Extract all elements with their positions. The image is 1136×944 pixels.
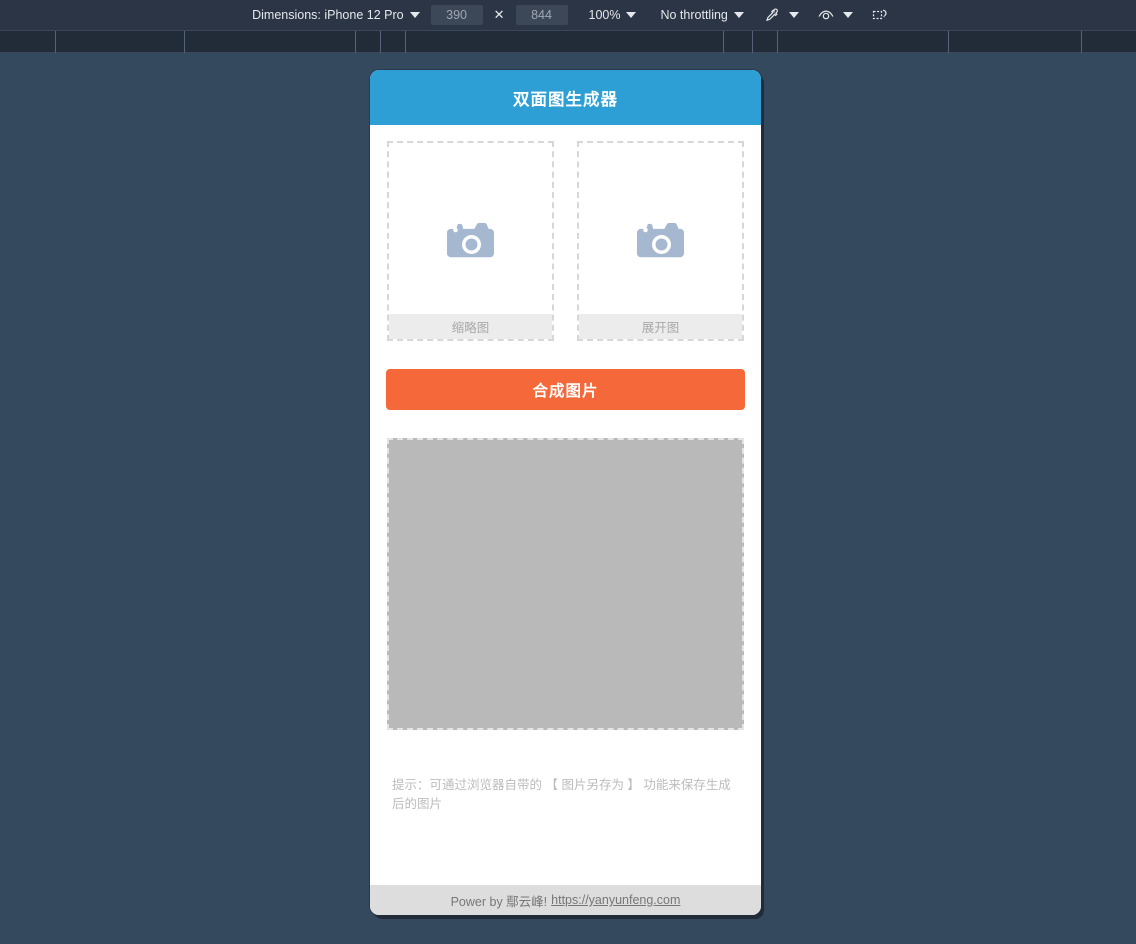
devtools-device-toolbar: Dimensions: iPhone 12 Pro 390 ✕ 844 100%… — [0, 0, 1136, 30]
app-content: 缩略图 展开图 合成图片 提示：可通过浏览器自带的 【 图片另存为 】 功能来保… — [370, 125, 761, 885]
ruler-tick — [723, 31, 724, 53]
save-hint-text: 提示：可通过浏览器自带的 【 图片另存为 】 功能来保存生成后的图片 — [392, 778, 731, 811]
ruler-tick — [380, 31, 381, 53]
chevron-down-icon — [409, 12, 420, 18]
device-viewport: 双面图生成器 缩略图 展开图 合成图片 提示：可通过浏览器自带的 【 图片另存为… — [370, 70, 761, 915]
camera-icon — [636, 222, 684, 258]
device-dimensions-selector[interactable]: Dimensions: iPhone 12 Pro — [245, 4, 426, 26]
result-canvas[interactable] — [387, 438, 744, 730]
devtools-ruler-strip — [0, 30, 1136, 53]
page-footer: Power by 鄢云峰! https://yanyunfeng.com — [370, 885, 761, 915]
throttling-value-label: No throttling — [660, 8, 728, 22]
upload-label-expanded: 展开图 — [579, 314, 742, 339]
chevron-down-icon — [626, 12, 637, 18]
chevron-down-icon — [733, 12, 744, 18]
footer-website-link[interactable]: https://yanyunfeng.com — [551, 893, 680, 907]
ruler-tick — [55, 31, 56, 53]
chevron-down-icon — [788, 12, 799, 18]
upload-label-thumbnail: 缩略图 — [389, 314, 552, 339]
eyedropper-icon[interactable] — [761, 4, 783, 26]
network-throttling-selector[interactable]: No throttling — [653, 4, 750, 26]
upload-row: 缩略图 展开图 — [386, 141, 745, 341]
ruler-tick — [948, 31, 949, 53]
compose-image-button[interactable]: 合成图片 — [386, 369, 745, 410]
ruler-tick — [1081, 31, 1082, 53]
upload-box-thumbnail[interactable]: 缩略图 — [387, 141, 554, 341]
ruler-tick — [184, 31, 185, 53]
dimension-multiply-symbol: ✕ — [493, 7, 505, 22]
page-title: 双面图生成器 — [370, 70, 761, 125]
eyedropper-dropdown-caret[interactable] — [783, 4, 805, 26]
camera-icon — [446, 222, 494, 258]
ruler-tick — [405, 31, 406, 53]
viewport-width-input[interactable]: 390 — [430, 5, 483, 25]
upload-box-expanded[interactable]: 展开图 — [577, 141, 744, 341]
vision-deficiency-eye-icon[interactable] — [815, 4, 837, 26]
rotate-device-icon[interactable] — [869, 4, 891, 26]
footer-credit-text: Power by 鄢云峰! — [450, 894, 548, 909]
ruler-tick — [355, 31, 356, 53]
ruler-tick — [777, 31, 778, 53]
ruler-tick — [752, 31, 753, 53]
zoom-value-label: 100% — [588, 8, 621, 22]
chevron-down-icon — [842, 12, 853, 18]
viewport-height-input[interactable]: 844 — [515, 5, 568, 25]
vision-deficiency-dropdown-caret[interactable] — [837, 4, 859, 26]
zoom-selector[interactable]: 100% — [582, 4, 644, 26]
device-dimensions-label: Dimensions: iPhone 12 Pro — [252, 8, 404, 22]
